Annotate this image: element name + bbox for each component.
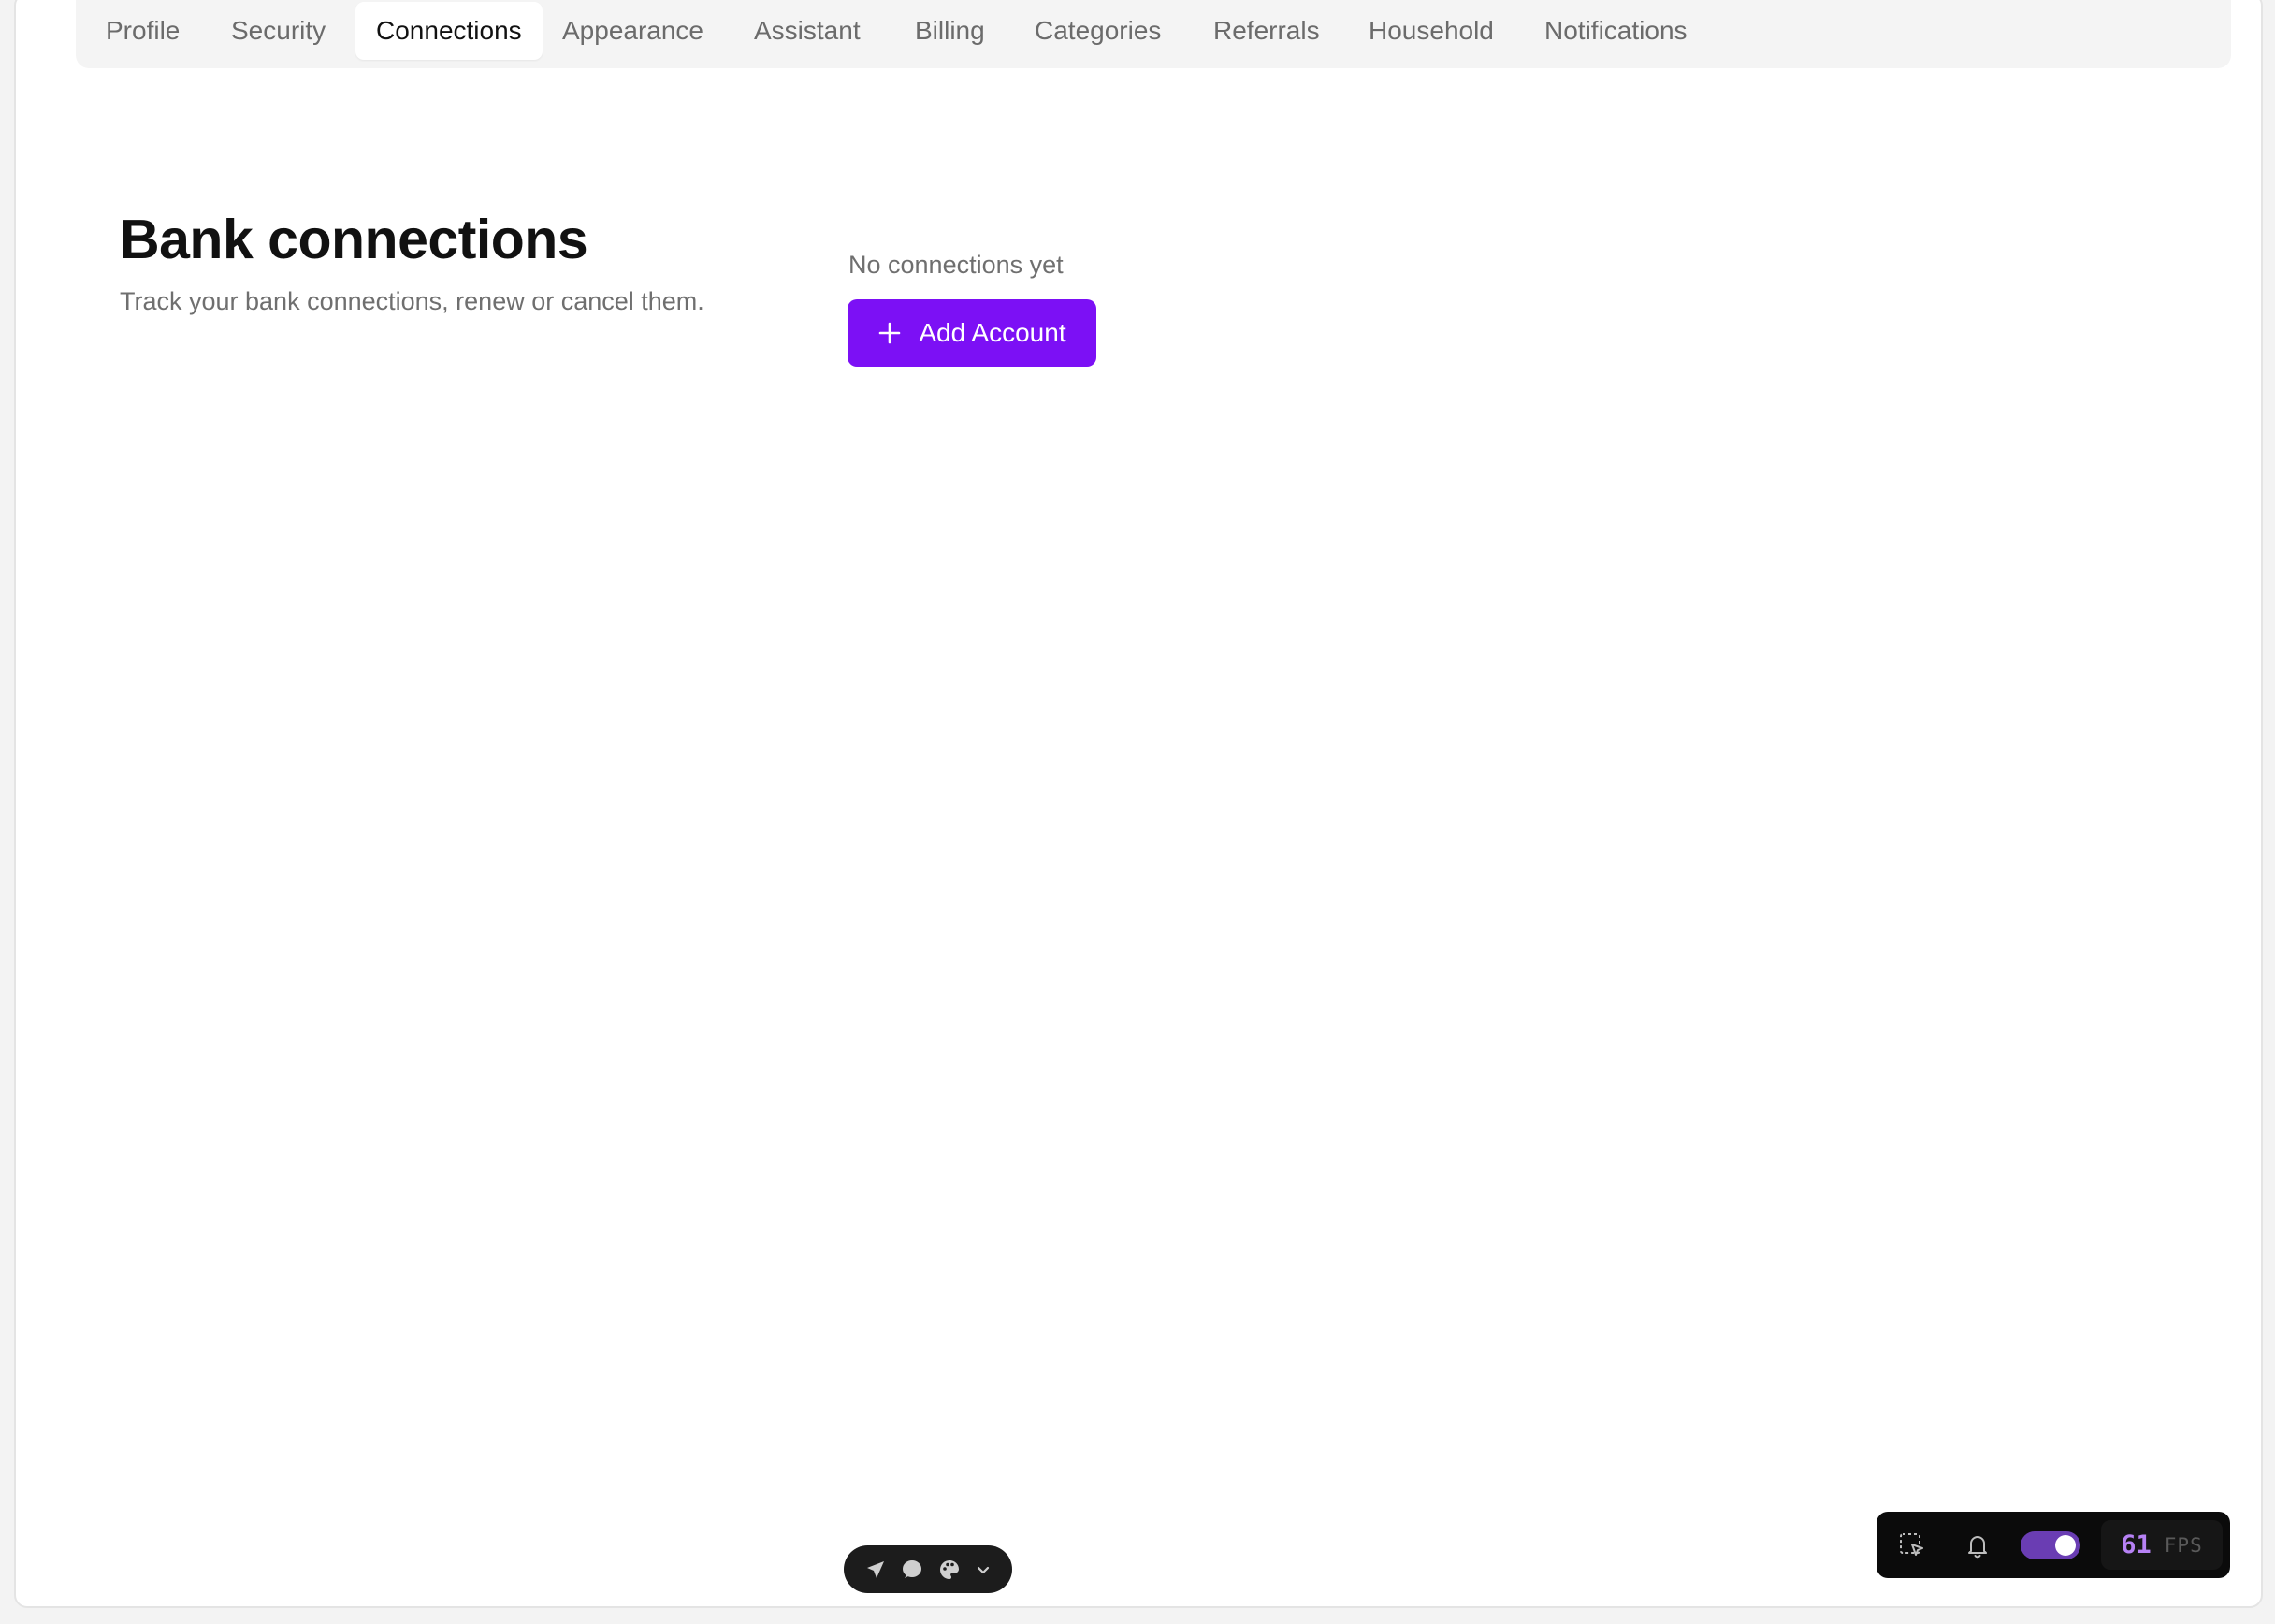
tab-connections[interactable]: Connections — [355, 2, 543, 60]
tab-assistant[interactable]: Assistant — [754, 2, 861, 60]
send-icon[interactable] — [864, 1559, 887, 1581]
dev-toolbar: 61 FPS — [1877, 1512, 2230, 1578]
plus-icon — [877, 321, 902, 345]
page-subtitle: Track your bank connections, renew or ca… — [120, 287, 704, 315]
dev-toggle[interactable] — [2021, 1531, 2080, 1559]
fps-label: FPS — [2164, 1533, 2203, 1557]
chevron-down-icon[interactable] — [975, 1561, 992, 1578]
floating-toolbar — [844, 1545, 1012, 1593]
tab-appearance[interactable]: Appearance — [562, 2, 703, 60]
select-element-icon[interactable] — [1897, 1530, 1927, 1560]
palette-icon[interactable] — [937, 1558, 962, 1582]
bell-icon[interactable] — [1963, 1530, 1992, 1560]
tab-household[interactable]: Household — [1369, 2, 1494, 60]
comment-icon[interactable] — [900, 1558, 924, 1582]
tab-referrals[interactable]: Referrals — [1213, 2, 1320, 60]
settings-tab-bar: Profile Security Connections Appearance … — [76, 0, 2231, 68]
tab-categories[interactable]: Categories — [1035, 2, 1161, 60]
empty-state-text: No connections yet — [848, 251, 1064, 279]
toggle-knob — [2055, 1535, 2076, 1556]
add-account-button[interactable]: Add Account — [848, 299, 1096, 367]
page-title: Bank connections — [120, 209, 588, 270]
fps-value: 61 — [2121, 1530, 2152, 1559]
tab-security[interactable]: Security — [231, 2, 326, 60]
tab-notifications[interactable]: Notifications — [1544, 2, 1688, 60]
tab-billing[interactable]: Billing — [915, 2, 985, 60]
fps-counter: 61 FPS — [2101, 1520, 2223, 1570]
tab-profile[interactable]: Profile — [106, 2, 180, 60]
add-account-label: Add Account — [919, 318, 1066, 347]
